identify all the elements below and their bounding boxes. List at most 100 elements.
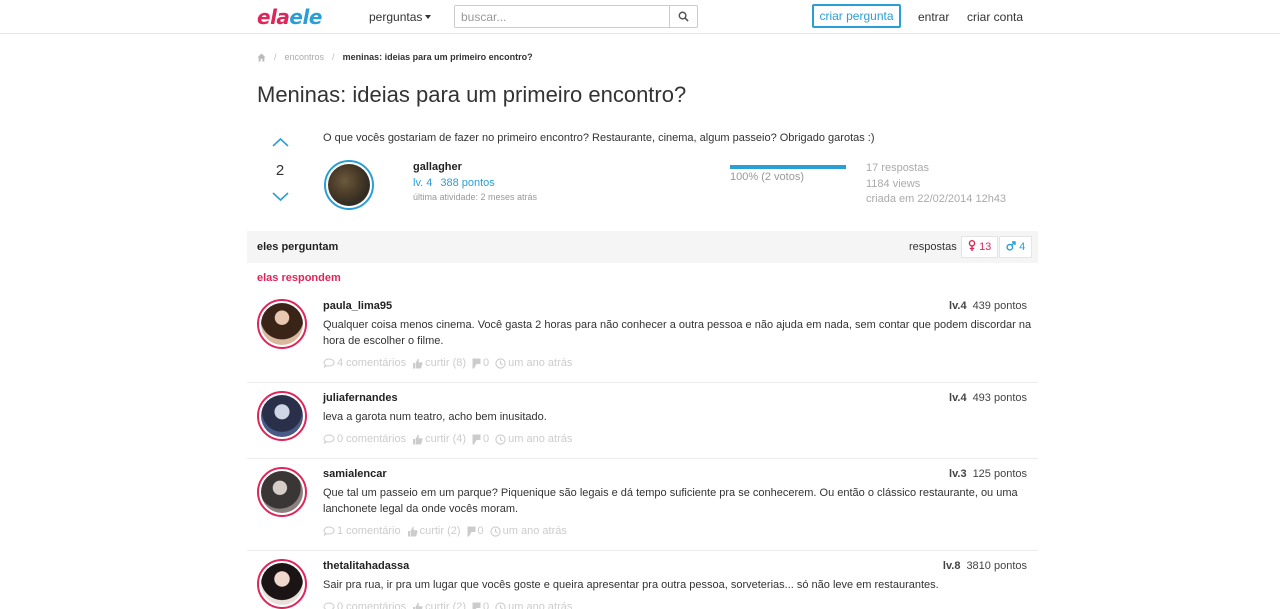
thumbs-down-icon — [472, 602, 481, 609]
breadcrumb: / encontros / meninas: ideias para um pr… — [257, 52, 533, 62]
tab-eles-perguntam[interactable]: eles perguntam — [257, 241, 338, 253]
signup-link[interactable]: criar conta — [967, 10, 1023, 24]
thumbs-down-icon — [472, 358, 481, 368]
vote-count: 2 — [275, 162, 285, 179]
answer-item: paula_lima95 lv.4 439 pontos Qualquer coi… — [247, 291, 1038, 383]
dislike-button[interactable]: 0 — [472, 433, 489, 445]
thumbs-down-icon — [467, 526, 476, 536]
search-input[interactable] — [455, 6, 670, 27]
answer-item: samialencar lv.3 125 pontos Que tal um pa… — [247, 459, 1038, 551]
thumbs-up-icon — [413, 602, 423, 609]
home-icon[interactable] — [257, 52, 266, 62]
poll-progress-fill — [730, 165, 846, 169]
views-count: 1184 views — [866, 177, 921, 190]
answer-actions: 4 comentários curtir (8) 0 um ano atrás — [323, 357, 572, 369]
male-answers-filter[interactable]: 4 — [999, 236, 1033, 258]
answer-username[interactable]: juliafernandes — [323, 392, 398, 404]
comments-button[interactable]: 0 comentários — [323, 601, 406, 609]
answer-actions: 1 comentário curtir (2) 0 um ano atrás — [323, 525, 567, 537]
answer-avatar[interactable] — [257, 467, 307, 517]
like-button[interactable]: curtir (2) — [407, 525, 461, 537]
create-question-button[interactable]: criar pergunta — [812, 4, 901, 28]
page-title: Meninas: ideias para um primeiro encontr… — [257, 82, 687, 107]
answer-text: Qualquer coisa menos cinema. Você gasta … — [323, 319, 1032, 347]
answer-avatar[interactable] — [257, 559, 307, 609]
answer-user-level: lv.4 493 pontos — [949, 392, 1027, 404]
answer-avatar[interactable] — [257, 299, 307, 349]
answer-text: Que tal um passeio em um parque? Piqueni… — [323, 487, 1018, 515]
comments-button[interactable]: 4 comentários — [323, 357, 406, 369]
comment-icon — [323, 602, 335, 609]
female-answers-filter[interactable]: 13 — [961, 236, 999, 258]
answer-actions: 0 comentários curtir (2) 0 um ano atrás — [323, 601, 572, 609]
answer-username[interactable]: samialencar — [323, 468, 387, 480]
created-date: criada em 22/02/2014 12h43 — [866, 193, 1007, 205]
author-last-activity: última atividade: 2 meses atrás — [413, 192, 538, 202]
thumbs-down-icon — [472, 434, 481, 444]
clock-icon — [495, 433, 506, 445]
answer-text: leva a garota num teatro, acho bem inusi… — [323, 411, 547, 423]
respostas-label: respostas — [909, 241, 957, 253]
clock-icon — [495, 357, 506, 369]
answer-time: um ano atrás — [495, 433, 572, 445]
answer-item: thetalitahadassa lv.8 3810 pontos Sair pr… — [247, 551, 1038, 609]
caret-down-icon — [425, 15, 432, 19]
answer-item: juliafernandes lv.4 493 pontos leva a gar… — [247, 383, 1038, 459]
search-box — [454, 5, 698, 28]
like-button[interactable]: curtir (8) — [412, 357, 466, 369]
answers-toolbar: eles perguntam respostas 13 4 — [247, 231, 1038, 263]
perguntas-menu[interactable]: perguntas — [369, 10, 432, 24]
clock-icon — [490, 525, 501, 537]
thumbs-up-icon — [407, 526, 418, 536]
vote-up-icon[interactable] — [272, 137, 289, 147]
login-link[interactable]: entrar — [918, 10, 949, 24]
answers-count: 17 respostas — [866, 162, 929, 174]
search-button[interactable] — [669, 6, 697, 27]
like-button[interactable]: curtir (2) — [412, 601, 466, 609]
answer-user-level: lv.4 439 pontos — [949, 300, 1027, 312]
question-stats: 17 respostas 1184 views criada em 22/02/… — [866, 161, 1006, 208]
avatar-photo — [261, 563, 303, 605]
avatar-photo — [328, 164, 370, 206]
answer-avatar[interactable] — [257, 391, 307, 441]
thumbs-up-icon — [413, 358, 423, 368]
answer-username[interactable]: paula_lima95 — [323, 300, 392, 312]
answer-time: um ano atrás — [490, 525, 567, 537]
answer-text: Sair pra rua, ir pra um lugar que vocês … — [323, 579, 939, 591]
clock-icon — [495, 601, 506, 609]
comments-button[interactable]: 0 comentários — [323, 433, 406, 445]
avatar-photo — [261, 471, 303, 513]
avatar-photo — [261, 303, 303, 345]
answer-time: um ano atrás — [495, 601, 572, 609]
author-level: lv. 4 388 pontos — [413, 177, 495, 189]
comment-icon — [323, 358, 335, 368]
top-navbar: elaele perguntas criar pergunta entrar c… — [0, 0, 1280, 34]
avatar-photo — [261, 395, 303, 437]
comments-button[interactable]: 1 comentário — [323, 525, 401, 537]
poll-progress-bar — [730, 165, 846, 169]
answer-time: um ano atrás — [495, 357, 572, 369]
dislike-button[interactable]: 0 — [467, 525, 484, 537]
author-username[interactable]: gallagher — [413, 161, 462, 173]
site-logo[interactable]: elaele — [257, 5, 322, 29]
answer-user-level: lv.3 125 pontos — [949, 468, 1027, 480]
dislike-button[interactable]: 0 — [472, 357, 489, 369]
like-button[interactable]: curtir (4) — [412, 433, 466, 445]
answer-actions: 0 comentários curtir (4) 0 um ano atrás — [323, 433, 572, 445]
dislike-button[interactable]: 0 — [472, 601, 489, 609]
answer-username[interactable]: thetalitahadassa — [323, 560, 409, 572]
elas-respondem-heading: elas respondem — [257, 272, 341, 284]
poll-result: 100% (2 votos) — [730, 171, 804, 183]
answer-user-level: lv.8 3810 pontos — [942, 560, 1027, 572]
male-icon — [1006, 241, 1016, 251]
vote-down-icon[interactable] — [272, 192, 289, 202]
comment-icon — [323, 526, 335, 536]
breadcrumb-encontros[interactable]: encontros — [285, 52, 325, 62]
female-icon — [968, 240, 976, 251]
question-text: O que vocês gostariam de fazer no primei… — [323, 132, 875, 144]
thumbs-up-icon — [413, 434, 423, 444]
breadcrumb-current: meninas: ideias para um primeiro encontr… — [342, 52, 533, 62]
author-avatar[interactable] — [324, 160, 374, 210]
comment-icon — [323, 434, 335, 444]
search-icon — [678, 11, 689, 22]
